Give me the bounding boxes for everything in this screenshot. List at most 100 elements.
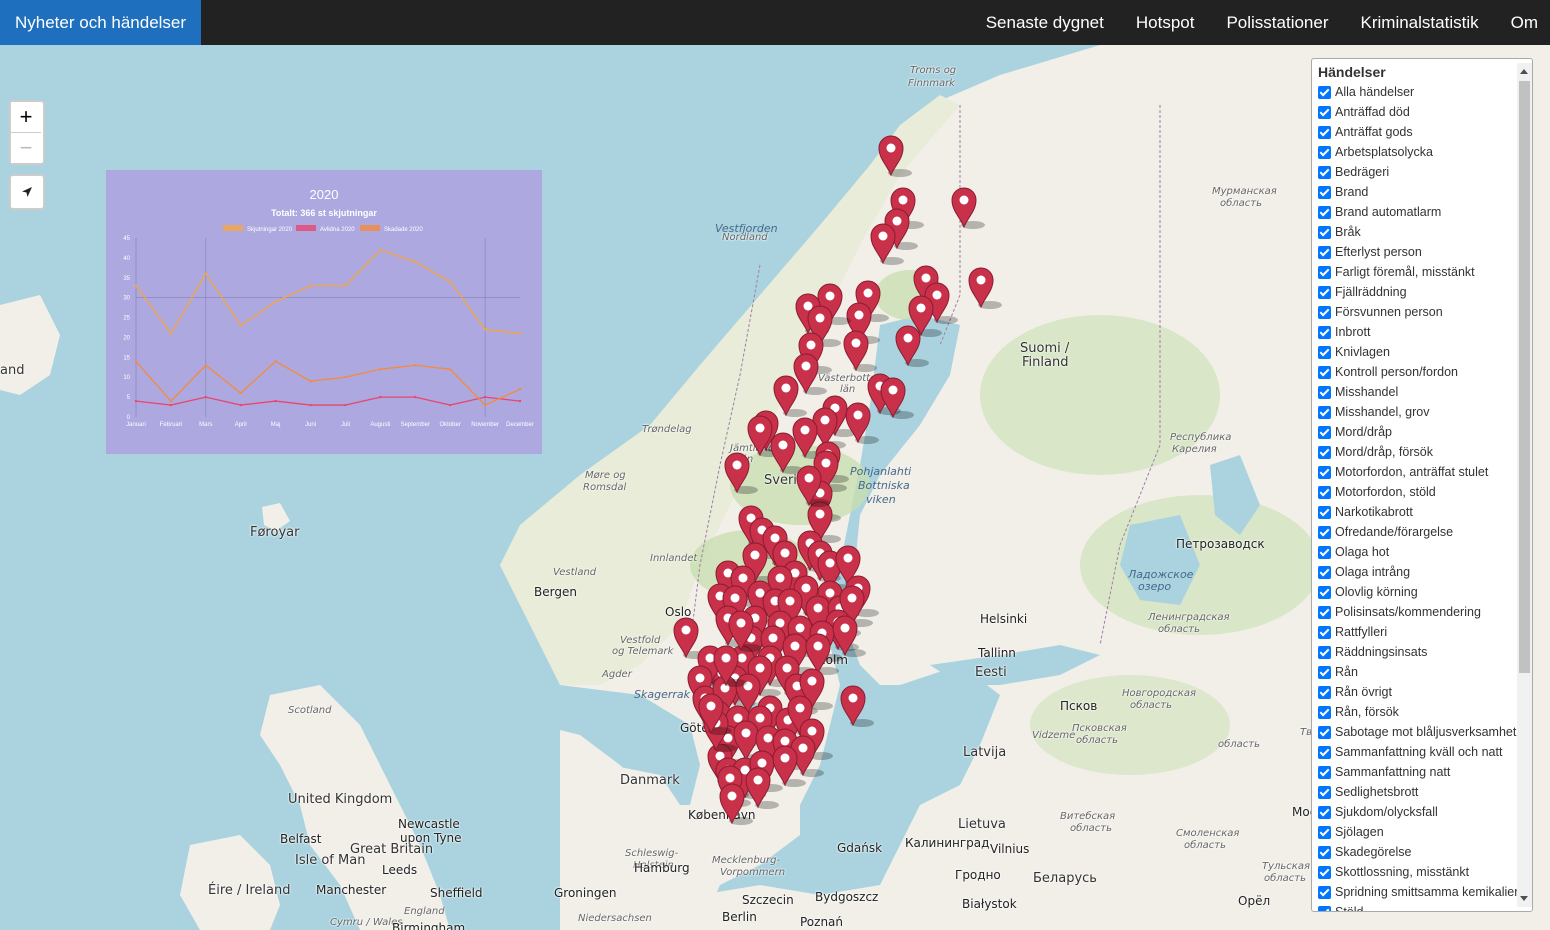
filter-checkbox[interactable] [1318, 585, 1331, 599]
filter-item[interactable]: Rattfylleri [1318, 622, 1523, 642]
filter-item[interactable]: Rån övrigt [1318, 682, 1523, 702]
filter-item[interactable]: Rån [1318, 662, 1523, 682]
filter-item[interactable]: Kontroll person/fordon [1318, 362, 1523, 382]
filter-checkbox[interactable] [1318, 545, 1331, 559]
filter-item[interactable]: Alla händelser [1318, 82, 1523, 102]
filter-checkbox[interactable] [1318, 725, 1331, 739]
scroll-up-icon[interactable] [1520, 69, 1528, 74]
event-marker-icon[interactable] [951, 187, 985, 229]
filter-checkbox[interactable] [1318, 825, 1331, 839]
event-marker-icon[interactable] [845, 402, 879, 444]
event-marker-icon[interactable] [793, 353, 827, 395]
filter-item[interactable]: Motorfordon, stöld [1318, 482, 1523, 502]
nav-kriminalstatistik[interactable]: Kriminalstatistik [1345, 0, 1495, 45]
filter-item[interactable]: Skottlossning, misstänkt [1318, 862, 1523, 882]
filter-checkbox[interactable] [1318, 305, 1331, 319]
filter-item[interactable]: Efterlyst person [1318, 242, 1523, 262]
filter-checkbox[interactable] [1318, 845, 1331, 859]
locate-button[interactable] [9, 174, 45, 210]
filter-checkbox[interactable] [1318, 345, 1331, 359]
filter-item[interactable]: Sjukdom/olycksfall [1318, 802, 1523, 822]
filter-item[interactable]: Polisinsats/kommendering [1318, 602, 1523, 622]
filter-item[interactable]: Spridning smittsamma kemikalier [1318, 882, 1523, 902]
filter-item[interactable]: Olaga intrång [1318, 562, 1523, 582]
filter-item[interactable]: Misshandel, grov [1318, 402, 1523, 422]
filter-item[interactable]: Olaga hot [1318, 542, 1523, 562]
filter-item[interactable]: Bråk [1318, 222, 1523, 242]
filter-checkbox[interactable] [1318, 905, 1331, 911]
filter-checkbox[interactable] [1318, 865, 1331, 879]
filter-checkbox[interactable] [1318, 185, 1331, 199]
filter-item[interactable]: Anträffad död [1318, 102, 1523, 122]
brand-link[interactable]: Nyheter och händelser [0, 0, 202, 45]
nav-polisstationer[interactable]: Polisstationer [1210, 0, 1344, 45]
filter-item[interactable]: Skadegörelse [1318, 842, 1523, 862]
filter-item[interactable]: Bedrägeri [1318, 162, 1523, 182]
filter-checkbox[interactable] [1318, 665, 1331, 679]
filter-item[interactable]: Arbetsplatsolycka [1318, 142, 1523, 162]
nav-hotspot[interactable]: Hotspot [1120, 0, 1211, 45]
filter-item[interactable]: Narkotikabrott [1318, 502, 1523, 522]
filter-checkbox[interactable] [1318, 165, 1331, 179]
filter-item[interactable]: Rån, försök [1318, 702, 1523, 722]
filter-item[interactable]: Sedlighetsbrott [1318, 782, 1523, 802]
filter-checkbox[interactable] [1318, 245, 1331, 259]
event-marker-icon[interactable] [878, 135, 912, 177]
filter-item[interactable]: Olovlig körning [1318, 582, 1523, 602]
nav-om[interactable]: Om [1495, 0, 1550, 45]
filter-checkbox[interactable] [1318, 645, 1331, 659]
filter-item[interactable]: Inbrott [1318, 322, 1523, 342]
filter-checkbox[interactable] [1318, 805, 1331, 819]
scroll-down-icon[interactable] [1520, 896, 1528, 901]
filter-checkbox[interactable] [1318, 605, 1331, 619]
filter-item[interactable]: Sjölagen [1318, 822, 1523, 842]
filter-checkbox[interactable] [1318, 625, 1331, 639]
event-marker-icon[interactable] [840, 685, 874, 727]
filter-checkbox[interactable] [1318, 785, 1331, 799]
filter-checkbox[interactable] [1318, 85, 1331, 99]
filter-item[interactable]: Knivlagen [1318, 342, 1523, 362]
filter-checkbox[interactable] [1318, 205, 1331, 219]
filter-item[interactable]: Farligt föremål, misstänkt [1318, 262, 1523, 282]
filter-item[interactable]: Mord/dråp, försök [1318, 442, 1523, 462]
filter-checkbox[interactable] [1318, 465, 1331, 479]
filter-checkbox[interactable] [1318, 285, 1331, 299]
filter-item[interactable]: Sabotage mot blåljusverksamhet [1318, 722, 1523, 742]
zoom-in-button[interactable]: + [11, 102, 41, 132]
filter-item[interactable]: Mord/dråp [1318, 422, 1523, 442]
filter-checkbox[interactable] [1318, 385, 1331, 399]
filter-checkbox[interactable] [1318, 505, 1331, 519]
filter-item[interactable]: Sammanfattning natt [1318, 762, 1523, 782]
filter-checkbox[interactable] [1318, 705, 1331, 719]
nav-senaste-dygnet[interactable]: Senaste dygnet [970, 0, 1120, 45]
filter-checkbox[interactable] [1318, 365, 1331, 379]
filter-checkbox[interactable] [1318, 885, 1331, 899]
filter-checkbox[interactable] [1318, 765, 1331, 779]
filter-checkbox[interactable] [1318, 105, 1331, 119]
filter-checkbox[interactable] [1318, 745, 1331, 759]
event-marker-icon[interactable] [968, 267, 1002, 309]
filter-checkbox[interactable] [1318, 145, 1331, 159]
filter-checkbox[interactable] [1318, 405, 1331, 419]
event-marker-icon[interactable] [724, 452, 758, 494]
filter-checkbox[interactable] [1318, 225, 1331, 239]
filter-item[interactable]: Räddningsinsats [1318, 642, 1523, 662]
filter-item[interactable]: Brand automatlarm [1318, 202, 1523, 222]
filter-item[interactable]: Anträffat gods [1318, 122, 1523, 142]
filter-item[interactable]: Fjällräddning [1318, 282, 1523, 302]
filter-item[interactable]: Ofredande/förargelse [1318, 522, 1523, 542]
filter-checkbox[interactable] [1318, 685, 1331, 699]
filter-checkbox[interactable] [1318, 325, 1331, 339]
zoom-out-button[interactable]: − [11, 132, 41, 163]
panel-scrollbar[interactable] [1517, 63, 1532, 907]
filter-item[interactable]: Sammanfattning kväll och natt [1318, 742, 1523, 762]
filter-checkbox[interactable] [1318, 485, 1331, 499]
filter-item[interactable]: Brand [1318, 182, 1523, 202]
filter-item[interactable]: Stöld [1318, 902, 1523, 911]
filter-checkbox[interactable] [1318, 445, 1331, 459]
filter-item[interactable]: Försvunnen person [1318, 302, 1523, 322]
filter-checkbox[interactable] [1318, 525, 1331, 539]
filter-checkbox[interactable] [1318, 265, 1331, 279]
filter-checkbox[interactable] [1318, 565, 1331, 579]
scroll-thumb[interactable] [1519, 81, 1530, 673]
